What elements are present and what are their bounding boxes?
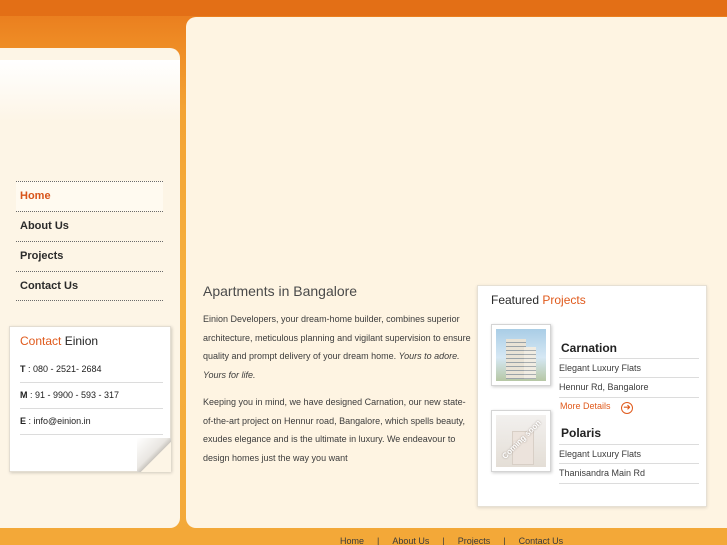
featured-title-dark: Featured (491, 293, 540, 307)
contact-key: M (20, 390, 28, 400)
footer-link-about-us[interactable]: About Us (392, 536, 429, 545)
project-desc: Elegant Luxury Flats (559, 444, 699, 464)
building-shape (506, 339, 526, 379)
page-curl-decoration (137, 438, 171, 472)
contact-row-phone: T : 080 - 2521- 2684 (20, 357, 163, 383)
contact-email-link[interactable]: : info@einion.in (26, 416, 91, 426)
project-location: Hennur Rd, Bangalore (559, 378, 699, 398)
footer: Home | About Us | Projects | Contact Us (0, 534, 727, 545)
nav-item-about-us[interactable]: About Us (16, 211, 163, 241)
contact-row-email: E : info@einion.in (20, 409, 163, 435)
project-name-carnation[interactable]: Carnation (561, 341, 617, 355)
featured-projects-box: Featured Projects Carnation Elegant Luxu… (477, 285, 707, 507)
nav-item-home[interactable]: Home (16, 181, 163, 211)
footer-link-home[interactable]: Home (340, 536, 364, 545)
logo-area (0, 60, 180, 122)
contact-rows: T : 080 - 2521- 2684 M : 91 - 9900 - 593… (20, 357, 163, 435)
footer-link-projects[interactable]: Projects (458, 536, 491, 545)
polaris-image[interactable]: Coming soon (491, 410, 551, 472)
more-details-link[interactable]: More Details (560, 401, 611, 411)
contact-title: Contact Einion (20, 334, 98, 348)
intro-paragraph: Einion Developers, your dream-home build… (203, 310, 471, 384)
footer-nav: Home | About Us | Projects | Contact Us (340, 536, 563, 545)
carnation-paragraph: Keeping you in mind, we have designed Ca… (203, 397, 466, 463)
featured-title-highlight: Projects (542, 293, 586, 307)
contact-value: : 080 - 2521- 2684 (25, 364, 102, 374)
page-heading: Apartments in Bangalore (203, 283, 358, 299)
contact-card: Contact Einion T : 080 - 2521- 2684 M : … (9, 326, 171, 472)
footer-separator: | (503, 536, 506, 545)
contact-row-mobile: M : 91 - 9900 - 593 - 317 (20, 383, 163, 409)
main-nav: Home About Us Projects Contact Us (16, 181, 163, 301)
contact-title-rest: Einion (64, 334, 99, 348)
building-shape (524, 347, 536, 379)
project-desc: Elegant Luxury Flats (559, 358, 699, 378)
footer-separator: | (377, 536, 380, 545)
top-strip (0, 0, 727, 16)
main-content: Apartments in Bangalore Einion Developer… (186, 17, 727, 528)
nav-item-projects[interactable]: Projects (16, 241, 163, 271)
contact-value: : 91 - 9900 - 593 - 317 (27, 390, 120, 400)
project-name-polaris[interactable]: Polaris (561, 426, 601, 440)
footer-separator: | (442, 536, 445, 545)
project-location: Thanisandra Main Rd (559, 464, 699, 484)
contact-title-highlight: Contact (20, 334, 62, 348)
left-sidebar: Home About Us Projects Contact Us Contac… (0, 48, 180, 528)
nav-item-contact-us[interactable]: Contact Us (16, 271, 163, 301)
footer-link-contact-us[interactable]: Contact Us (519, 536, 564, 545)
featured-title: Featured Projects (491, 293, 586, 307)
carnation-image[interactable] (491, 324, 551, 386)
arrow-right-icon[interactable]: ➜ (621, 402, 633, 414)
